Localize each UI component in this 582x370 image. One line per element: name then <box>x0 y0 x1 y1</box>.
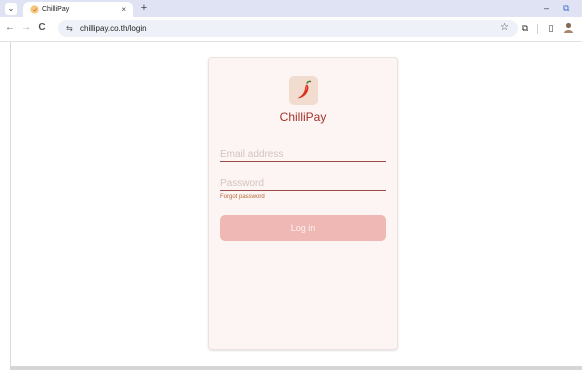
extensions-icon[interactable]: ⧉ <box>518 21 532 35</box>
login-button[interactable]: Log in <box>220 215 386 241</box>
minimize-button[interactable]: – <box>544 2 549 14</box>
chilli-pepper-icon <box>297 80 312 99</box>
tab-title: ChilliPay <box>42 6 70 13</box>
bookmark-star-icon[interactable]: ☆ <box>500 21 509 35</box>
new-tab-button[interactable]: + <box>138 2 150 14</box>
tab-search-button[interactable]: ⌄ <box>5 3 17 15</box>
login-card: ChilliPay Forgot password Log in <box>208 57 398 350</box>
tab-strip: ⌄ ChilliPay × + – ⧉ <box>0 0 582 17</box>
browser-window: ⌄ ChilliPay × + – ⧉ ← → C ⇆ chillipay.co… <box>0 0 582 370</box>
forgot-password-link[interactable]: Forgot password <box>220 193 265 202</box>
reload-button[interactable]: C <box>35 21 49 35</box>
url-text[interactable]: chillipay.co.th/login <box>80 22 147 35</box>
password-field[interactable] <box>220 176 386 191</box>
page-content: ChilliPay Forgot password Log in <box>10 42 582 367</box>
restore-button[interactable]: ⧉ <box>563 2 569 14</box>
tab-chillipay[interactable]: ChilliPay × <box>23 2 133 17</box>
address-bar[interactable]: ⇆ chillipay.co.th/login <box>58 20 518 37</box>
back-button[interactable]: ← <box>3 21 17 35</box>
window-bottom-edge <box>10 366 582 370</box>
side-panel-icon[interactable]: ▯ <box>544 21 558 35</box>
chilli-favicon-icon <box>30 5 39 14</box>
forward-button[interactable]: → <box>19 21 33 35</box>
tab-close-icon[interactable]: × <box>121 4 126 15</box>
site-info-icon[interactable]: ⇆ <box>66 22 73 35</box>
toolbar-divider <box>537 24 538 34</box>
browser-toolbar: ← → C ⇆ chillipay.co.th/login ☆ ⧉ ▯ <box>0 17 582 42</box>
profile-avatar-icon[interactable] <box>563 22 574 34</box>
chillipay-logo <box>289 76 318 105</box>
brand-name: ChilliPay <box>279 110 327 124</box>
email-field[interactable] <box>220 147 386 162</box>
